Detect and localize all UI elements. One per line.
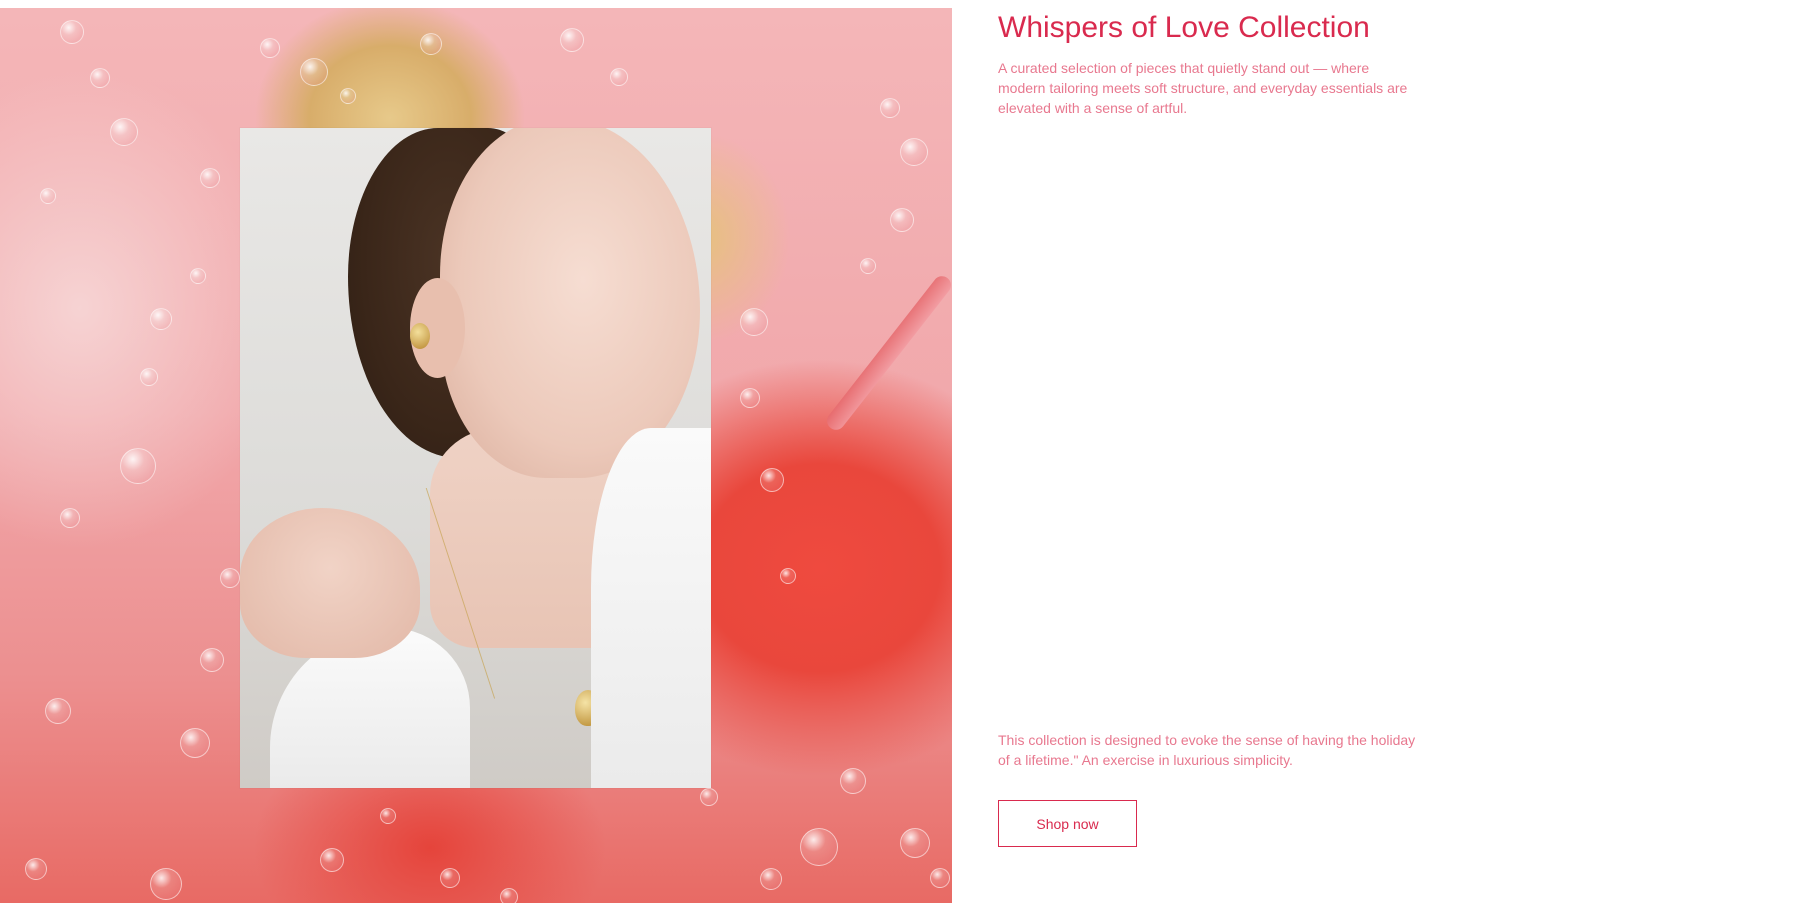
bubble bbox=[440, 868, 460, 888]
bubble bbox=[110, 118, 138, 146]
bubble bbox=[220, 568, 240, 588]
bubble bbox=[150, 868, 182, 900]
bubble bbox=[120, 448, 156, 484]
bubble bbox=[380, 808, 396, 824]
bubble bbox=[90, 68, 110, 88]
bubble bbox=[60, 20, 84, 44]
bubble bbox=[500, 888, 518, 903]
bubble bbox=[340, 88, 356, 104]
bubble bbox=[880, 98, 900, 118]
bubble bbox=[40, 188, 56, 204]
bubble bbox=[760, 868, 782, 890]
bubble bbox=[200, 168, 220, 188]
bubble bbox=[45, 698, 71, 724]
collection-title: Whispers of Love Collection bbox=[998, 11, 1370, 44]
bubble bbox=[700, 788, 718, 806]
hero-background-image bbox=[0, 8, 952, 903]
bubble bbox=[930, 868, 950, 888]
bubble bbox=[180, 728, 210, 758]
portrait-face bbox=[440, 128, 700, 478]
bubble bbox=[610, 68, 628, 86]
bubble bbox=[200, 648, 224, 672]
bubble bbox=[900, 138, 928, 166]
bubble bbox=[890, 208, 914, 232]
cherry-stem bbox=[823, 272, 952, 434]
bubble bbox=[840, 768, 866, 794]
collection-section: Whispers of Love Collection A curated se… bbox=[0, 0, 1811, 903]
bubble bbox=[740, 308, 768, 336]
bubble bbox=[300, 58, 328, 86]
bubble bbox=[420, 33, 442, 55]
bubble bbox=[860, 258, 876, 274]
bubble bbox=[25, 858, 47, 880]
gold-earring bbox=[410, 323, 430, 349]
white-shirt-collar bbox=[591, 428, 711, 788]
bubble bbox=[560, 28, 584, 52]
bubble bbox=[900, 828, 930, 858]
model-portrait-image bbox=[240, 128, 711, 788]
bubble bbox=[140, 368, 158, 386]
portrait-hand bbox=[240, 508, 420, 658]
bubble bbox=[740, 388, 760, 408]
bubble bbox=[150, 308, 172, 330]
collection-outro: This collection is designed to evoke the… bbox=[998, 732, 1416, 768]
bubble bbox=[60, 508, 80, 528]
bubble bbox=[260, 38, 280, 58]
bubble bbox=[190, 268, 206, 284]
bubble bbox=[800, 828, 838, 866]
bubble bbox=[320, 848, 344, 872]
shop-now-button[interactable]: Shop now bbox=[998, 800, 1137, 847]
bubble bbox=[780, 568, 796, 584]
bubble bbox=[760, 468, 784, 492]
collection-intro: A curated selection of pieces that quiet… bbox=[998, 60, 1408, 116]
